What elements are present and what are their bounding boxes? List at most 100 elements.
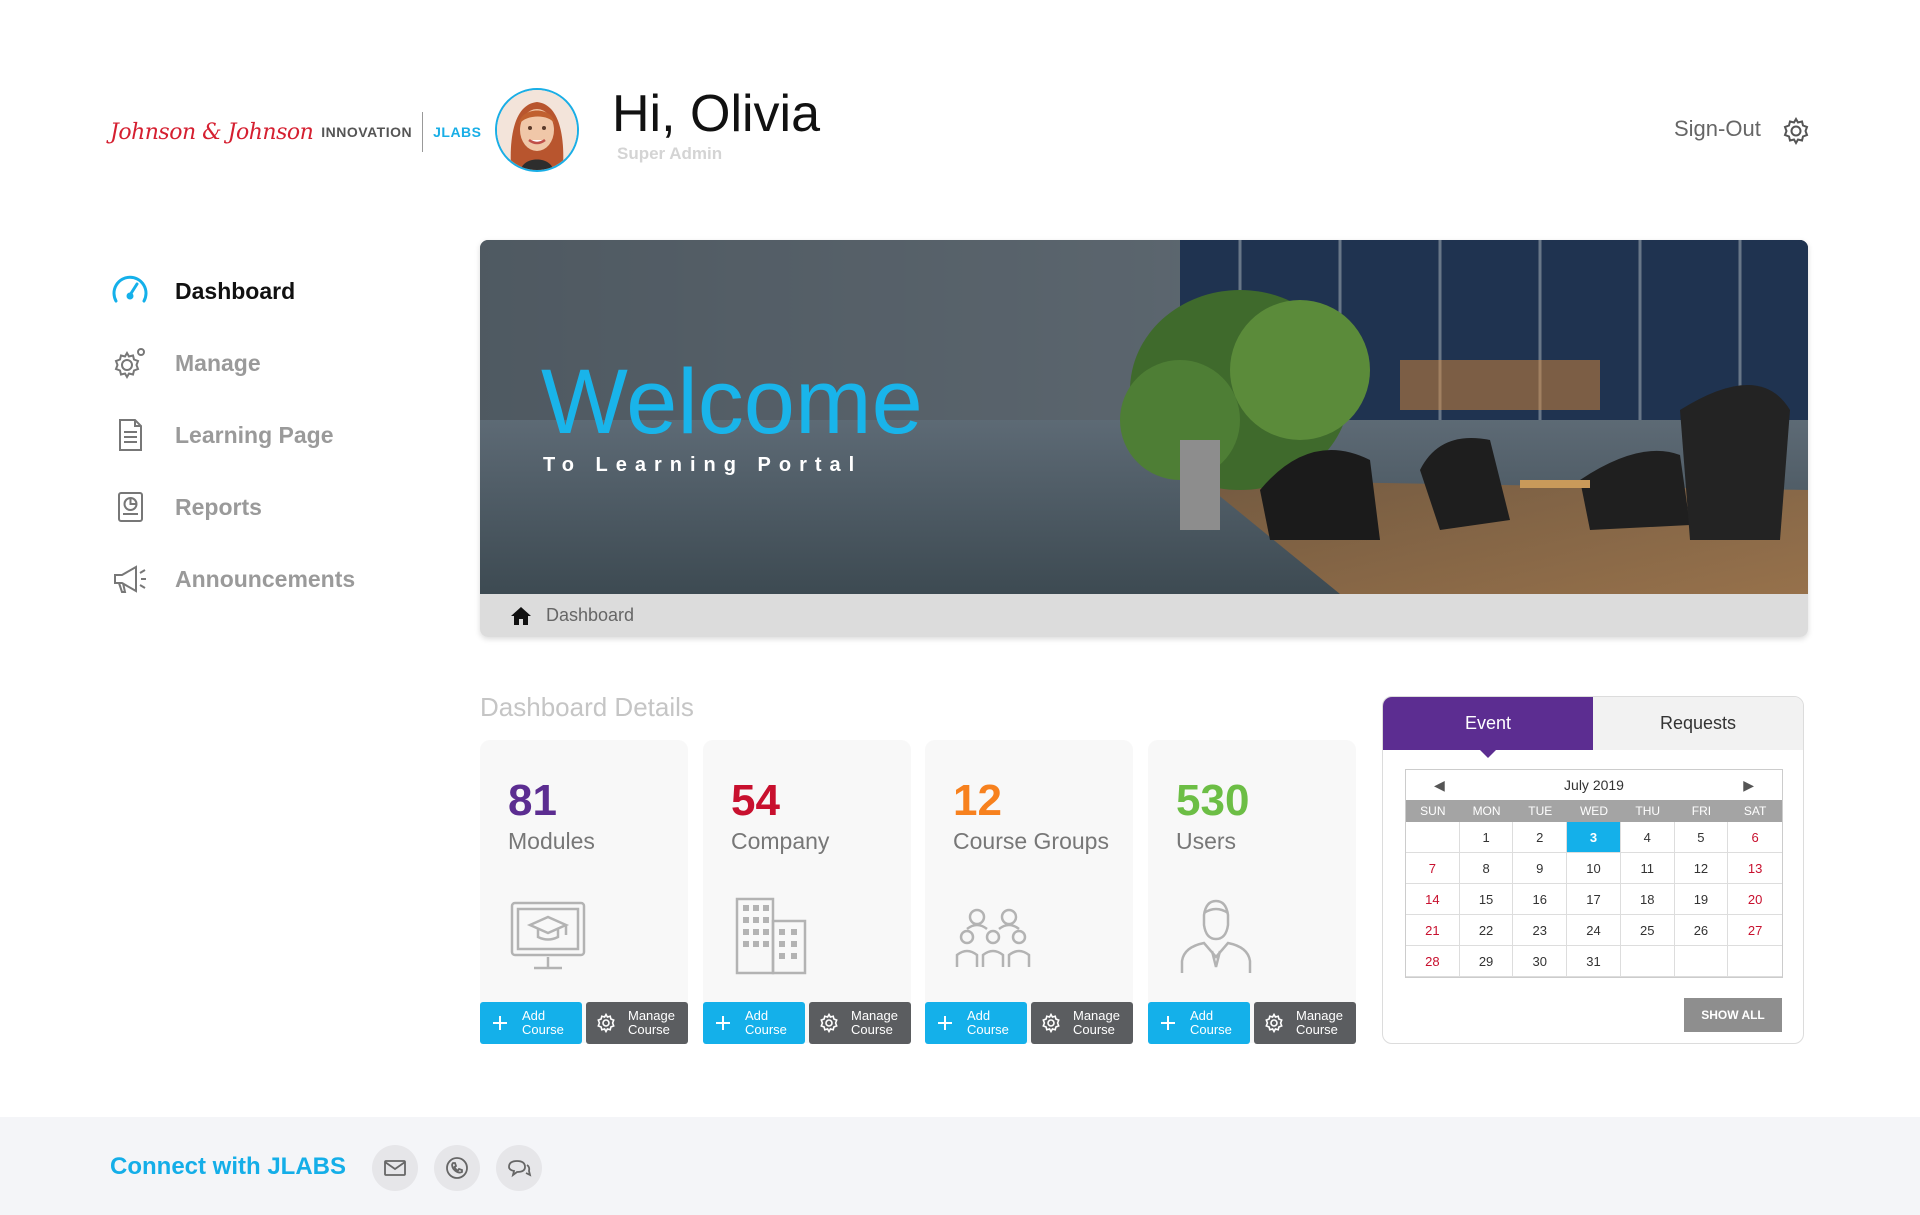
calendar-day[interactable]: 9 [1513, 853, 1568, 884]
settings-gear-icon[interactable] [1782, 117, 1810, 145]
calendar-day[interactable]: 28 [1406, 946, 1460, 977]
calendar-day[interactable]: 29 [1459, 946, 1514, 977]
calendar-day[interactable]: 5 [1674, 822, 1729, 853]
sign-out-link[interactable]: Sign-Out [1674, 116, 1761, 142]
stat-card-modules: 81 Modules [480, 740, 688, 1043]
stat-value: 81 [508, 776, 557, 825]
calendar-day[interactable]: 18 [1620, 884, 1675, 915]
calendar-day[interactable]: 26 [1674, 915, 1729, 946]
add-course-button[interactable]: Add Course [1148, 1002, 1250, 1044]
stat-card-course-groups: 12 Course Groups [925, 740, 1133, 1043]
calendar-day[interactable]: 25 [1620, 915, 1675, 946]
graduation-monitor-icon [510, 901, 586, 970]
stat-label: Company [731, 828, 830, 854]
calendar-month: July 2019 [1564, 777, 1624, 793]
gear-icon [110, 343, 150, 383]
phone-icon[interactable] [434, 1145, 480, 1191]
plus-icon [1161, 1016, 1175, 1030]
weekday-label: TUE [1528, 804, 1553, 818]
add-label-2: Course [1190, 1022, 1232, 1037]
calendar-day[interactable]: 30 [1513, 946, 1568, 977]
calendar-day[interactable]: 8 [1459, 853, 1514, 884]
calendar-day[interactable]: 11 [1620, 853, 1675, 884]
speedometer-icon [110, 271, 150, 311]
calendar-day[interactable]: 21 [1406, 915, 1460, 946]
calendar-day[interactable]: 10 [1567, 853, 1621, 884]
stat-card-users: 530 Users [1148, 740, 1356, 1043]
calendar-day[interactable]: 24 [1567, 915, 1621, 946]
megaphone-icon [110, 559, 150, 599]
stat-card-company: 54 Company [703, 740, 911, 1043]
gear-icon [597, 1013, 615, 1033]
plus-icon [716, 1016, 730, 1030]
manage-label-1: Manage [1073, 1008, 1120, 1023]
calendar-day[interactable]: 22 [1459, 915, 1514, 946]
calendar-empty-cell [1620, 946, 1675, 977]
calendar-day[interactable]: 2 [1513, 822, 1568, 853]
add-label-1: Add [745, 1008, 769, 1023]
group-icon [955, 908, 1031, 967]
weekday-label: SAT [1743, 804, 1767, 818]
avatar[interactable] [495, 88, 579, 172]
calendar-day[interactable]: 20 [1728, 884, 1782, 915]
calendar-day[interactable]: 17 [1567, 884, 1621, 915]
manage-label-2: Course [628, 1022, 670, 1037]
calendar-day[interactable]: 23 [1513, 915, 1568, 946]
next-month-arrow-icon[interactable]: ▶ [1743, 777, 1754, 794]
calendar-day[interactable]: 27 [1728, 915, 1782, 946]
sidebar-item-manage[interactable]: Manage [110, 338, 410, 388]
sidebar-item-learning-page[interactable]: Learning Page [110, 410, 410, 460]
calendar-day[interactable]: 16 [1513, 884, 1568, 915]
add-label-2: Course [745, 1022, 787, 1037]
calendar-day[interactable]: 4 [1620, 822, 1675, 853]
calendar-day[interactable]: 12 [1674, 853, 1729, 884]
user-role: Super Admin [617, 144, 723, 163]
event-calendar-widget: Event Requests ◀ July 2019 ▶ SUN MON TUE WE… [1382, 696, 1804, 1044]
calendar-day[interactable]: 13 [1728, 853, 1782, 884]
sidebar-item-announcements[interactable]: Announcements [110, 554, 410, 604]
sidebar-item-label: Manage [175, 349, 261, 376]
manage-course-button[interactable]: Manage Course [586, 1002, 688, 1044]
logo-innovation: INNOVATION [321, 124, 413, 140]
calendar-day[interactable]: 14 [1406, 884, 1460, 915]
manage-label-1: Manage [1296, 1008, 1343, 1023]
calendar-empty-cell [1728, 946, 1782, 977]
calendar-day[interactable]: 7 [1406, 853, 1460, 884]
calendar-day[interactable]: 15 [1459, 884, 1514, 915]
add-course-button[interactable]: Add Course [480, 1002, 582, 1044]
weekday-label: MON [1472, 804, 1501, 818]
show-all-button[interactable]: SHOW ALL [1684, 998, 1782, 1032]
stat-label: Users [1176, 828, 1237, 854]
sidebar-item-label: Announcements [175, 565, 356, 592]
sidebar-item-reports[interactable]: Reports [110, 482, 410, 532]
mail-icon[interactable] [372, 1145, 418, 1191]
calendar-day[interactable]: 31 [1567, 946, 1621, 977]
home-icon[interactable] [510, 606, 532, 626]
calendar-tabs: Event Requests [1383, 697, 1803, 758]
manage-course-button[interactable]: Manage Course [1031, 1002, 1133, 1044]
manage-course-button[interactable]: Manage Course [809, 1002, 911, 1044]
tab-requests[interactable]: Requests [1593, 697, 1803, 750]
logo-jlabs: JLABS [433, 124, 482, 140]
stat-value: 530 [1176, 776, 1250, 825]
add-label-1: Add [1190, 1008, 1214, 1023]
add-course-button[interactable]: Add Course [703, 1002, 805, 1044]
prev-month-arrow-icon[interactable]: ◀ [1434, 777, 1445, 794]
sidebar-item-label: Dashboard [175, 277, 296, 304]
chat-icon[interactable] [496, 1145, 542, 1191]
calendar-day[interactable]: 3 [1567, 822, 1621, 853]
sidebar-item-dashboard[interactable]: Dashboard [110, 266, 410, 316]
user-icon [1180, 899, 1252, 973]
calendar-day[interactable]: 1 [1459, 822, 1514, 853]
connect-with-jlabs: Connect with JLABS [110, 1153, 347, 1180]
add-course-button[interactable]: Add Course [925, 1002, 1027, 1044]
jj-jlabs-logo[interactable]: Johnson & Johnson INNOVATION JLABS [110, 112, 482, 152]
breadcrumb-dashboard[interactable]: Dashboard [546, 605, 634, 626]
plus-icon [938, 1016, 952, 1030]
calendar: ◀ July 2019 ▶ SUN MON TUE WED THU FRI SAT 1234… [1405, 769, 1783, 978]
tab-event[interactable]: Event [1383, 697, 1593, 758]
manage-course-button[interactable]: Manage Course [1254, 1002, 1356, 1044]
calendar-day[interactable]: 19 [1674, 884, 1729, 915]
calendar-day[interactable]: 6 [1728, 822, 1782, 853]
logo-brand: Johnson & Johnson [110, 119, 314, 145]
